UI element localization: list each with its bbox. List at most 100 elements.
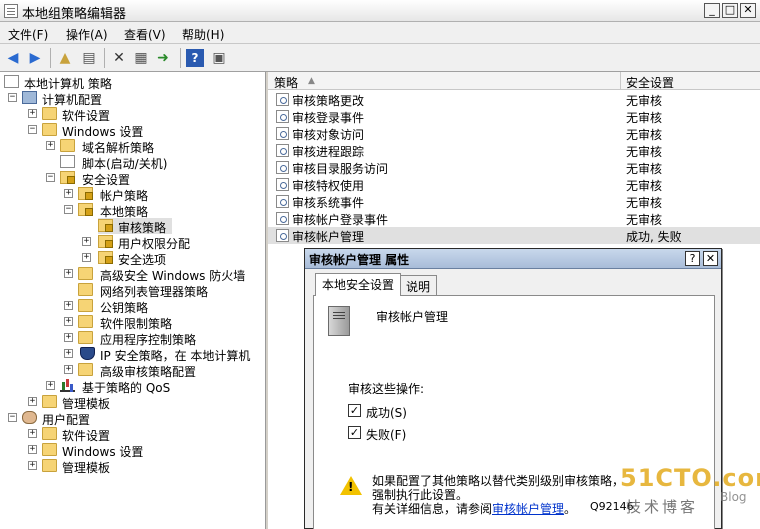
expand-toggle[interactable]: + — [28, 429, 37, 438]
collapse-toggle[interactable]: − — [8, 413, 17, 422]
tree-label: 脚本(启动/关机) — [82, 157, 168, 171]
maximize-button[interactable]: □ — [722, 3, 738, 18]
warning-icon — [340, 476, 362, 495]
row-setting-value: 无审核 — [626, 128, 663, 142]
tree-label: 高级安全 Windows 防火墙 — [100, 269, 246, 283]
folder-icon — [78, 331, 93, 344]
tree-label: 审核策略 — [118, 221, 167, 235]
expand-toggle[interactable]: + — [82, 237, 91, 246]
row-setting-value: 无审核 — [626, 179, 663, 193]
audit-policy-icon — [276, 144, 289, 157]
audit-policy-icon — [276, 161, 289, 174]
toolbar-separator — [50, 48, 51, 68]
expand-toggle[interactable]: + — [64, 333, 73, 342]
expand-toggle[interactable]: + — [46, 381, 55, 390]
expand-toggle[interactable]: + — [28, 445, 37, 454]
export-icon[interactable]: ➜ — [154, 49, 172, 67]
back-arrow-icon[interactable]: ◀ — [4, 49, 22, 67]
tree-label: Windows 设置 — [62, 125, 144, 139]
row-policy-name: 审核策略更改 — [292, 94, 365, 108]
dialog-title-bar[interactable]: 审核帐户管理 属性 ? ✕ — [305, 249, 721, 269]
column-header-setting[interactable]: 安全设置 — [626, 74, 674, 91]
warning-text-prefix: 有关详细信息，请参阅 — [372, 502, 493, 516]
expand-toggle[interactable]: + — [64, 189, 73, 198]
table-row[interactable]: 审核目录服务访问 无审核 — [268, 159, 760, 176]
expand-toggle[interactable]: + — [28, 109, 37, 118]
expand-toggle[interactable]: + — [28, 397, 37, 406]
table-row[interactable]: 审核对象访问 无审核 — [268, 125, 760, 142]
watermark: 51CTO.com 技术博客 Blog — [620, 464, 760, 524]
menu-view[interactable]: 查看(V) — [124, 26, 166, 43]
help-icon[interactable]: ? — [186, 49, 204, 67]
table-row-selected[interactable]: 审核帐户管理 成功, 失败 — [268, 227, 760, 244]
warning-text-line3: 有关详细信息，请参阅审核帐户管理。 — [372, 500, 576, 517]
tree-label: 计算机配置 — [42, 93, 103, 107]
expand-toggle[interactable]: + — [46, 141, 55, 150]
security-folder-icon — [98, 219, 113, 232]
table-row[interactable]: 审核策略更改 无审核 — [268, 91, 760, 108]
folder-icon — [78, 363, 93, 376]
tab-local-security-setting[interactable]: 本地安全设置 — [315, 273, 402, 296]
tree-item-audit-policy[interactable]: 审核策略 — [98, 218, 172, 235]
list-header: 策略 ▲ 安全设置 — [268, 72, 760, 90]
collapse-toggle[interactable]: − — [28, 125, 37, 134]
menu-action[interactable]: 操作(A) — [66, 26, 108, 43]
minimize-button[interactable]: _ — [704, 3, 720, 18]
tree-label: 软件设置 — [62, 109, 111, 123]
collapse-toggle[interactable]: − — [64, 205, 73, 214]
row-policy-name: 审核特权使用 — [292, 179, 365, 193]
show-tree-icon[interactable]: ▤ — [80, 49, 98, 67]
expand-toggle[interactable]: + — [64, 317, 73, 326]
audit-policy-icon — [276, 110, 289, 123]
menu-file[interactable]: 文件(F) — [8, 26, 48, 43]
dialog-close-button[interactable]: ✕ — [703, 251, 718, 266]
properties-icon[interactable]: ▦ — [132, 49, 150, 67]
script-icon — [60, 155, 75, 168]
expand-toggle[interactable]: + — [28, 461, 37, 470]
watermark-brand: 51CTO.com — [620, 464, 760, 492]
dialog-help-button[interactable]: ? — [685, 251, 700, 266]
expand-toggle[interactable]: + — [64, 301, 73, 310]
delete-icon[interactable]: ✕ — [110, 49, 128, 67]
expand-toggle[interactable]: + — [64, 269, 73, 278]
row-policy-name: 审核系统事件 — [292, 196, 365, 210]
expand-toggle[interactable]: + — [64, 349, 73, 358]
expand-toggle[interactable]: + — [82, 253, 91, 262]
menu-help[interactable]: 帮助(H) — [182, 26, 224, 43]
close-button[interactable]: ✕ — [740, 3, 756, 18]
table-row[interactable]: 审核进程跟踪 无审核 — [268, 142, 760, 159]
table-row[interactable]: 审核帐户登录事件 无审核 — [268, 210, 760, 227]
audit-account-management-link[interactable]: 审核帐户管理 — [492, 502, 564, 516]
folder-icon — [42, 443, 57, 456]
failure-checkbox[interactable]: ✓ — [348, 426, 361, 439]
collapse-toggle[interactable]: − — [8, 93, 17, 102]
folder-icon — [42, 395, 57, 408]
column-divider[interactable] — [620, 72, 621, 90]
table-row[interactable]: 审核登录事件 无审核 — [268, 108, 760, 125]
tab-explain[interactable]: 说明 — [399, 275, 438, 295]
expand-toggle[interactable]: + — [64, 365, 73, 374]
tree-label: 帐户策略 — [100, 189, 149, 203]
watermark-blog: Blog — [720, 490, 747, 504]
folder-icon — [78, 283, 93, 296]
up-folder-icon[interactable]: ▲ — [56, 49, 74, 67]
console-icon[interactable]: ▣ — [210, 49, 228, 67]
tree-label: 管理模板 — [62, 397, 111, 411]
row-policy-name: 审核帐户登录事件 — [292, 213, 389, 227]
tree-label: Windows 设置 — [62, 445, 144, 459]
toolbar: ◀ ▶ ▲ ▤ ✕ ▦ ➜ ? ▣ — [0, 44, 760, 72]
security-folder-icon — [98, 235, 113, 248]
table-row[interactable]: 审核系统事件 无审核 — [268, 193, 760, 210]
security-folder-icon — [78, 187, 93, 200]
collapse-toggle[interactable]: − — [46, 173, 55, 182]
row-policy-name: 审核目录服务访问 — [292, 162, 389, 176]
table-row[interactable]: 审核特权使用 无审核 — [268, 176, 760, 193]
forward-arrow-icon[interactable]: ▶ — [26, 49, 44, 67]
audit-policy-icon — [276, 93, 289, 106]
column-header-policy[interactable]: 策略 — [274, 74, 298, 91]
failure-checkbox-label[interactable]: 失败(F) — [366, 426, 406, 443]
success-checkbox[interactable]: ✓ — [348, 404, 361, 417]
tree-label: 网络列表管理器策略 — [100, 285, 209, 299]
ipsec-shield-icon — [80, 347, 95, 360]
success-checkbox-label[interactable]: 成功(S) — [366, 404, 407, 421]
